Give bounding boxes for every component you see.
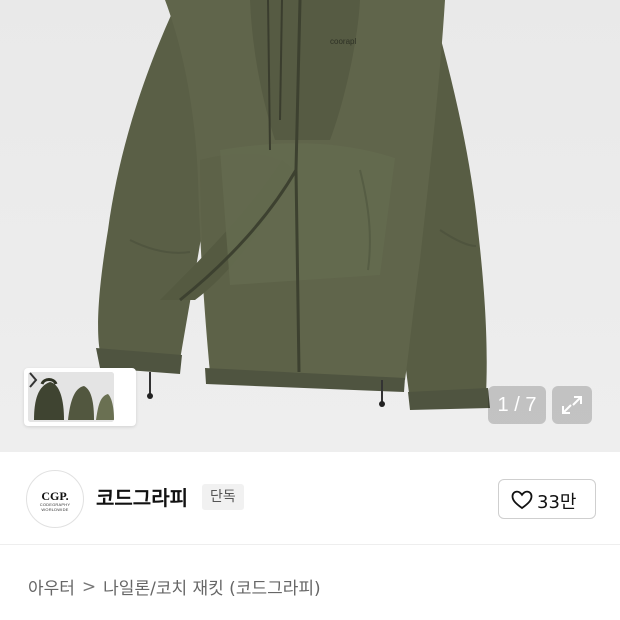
product-image-gallery[interactable]: coorapl 1 / 7 — [0, 0, 620, 452]
expand-button[interactable] — [552, 386, 592, 424]
breadcrumb-separator: > — [81, 576, 97, 597]
thumbnail-strip[interactable] — [24, 368, 136, 426]
breadcrumb-subcategory[interactable]: 나일론/코치 재킷 (코드그라피) — [103, 574, 320, 599]
chevron-right-icon[interactable] — [24, 368, 42, 392]
brand-logo[interactable]: CGP. CODEGRAPHY WORLDWIDE — [26, 470, 84, 528]
section-divider — [0, 544, 620, 545]
exclusive-badge: 단독 — [202, 484, 244, 510]
breadcrumb: 아우터 > 나일론/코치 재킷 (코드그라피) — [28, 574, 321, 600]
like-count: 33만 — [537, 492, 577, 513]
brand-section: CGP. CODEGRAPHY WORLDWIDE 코드그라피 단독 33만 — [0, 452, 620, 544]
brand-logo-subtext: CODEGRAPHY WORLDWIDE — [39, 502, 71, 512]
jacket-logo-text: coorapl — [330, 37, 356, 46]
expand-icon — [562, 396, 582, 414]
like-button[interactable]: 33만 — [498, 479, 596, 519]
brand-name[interactable]: 코드그라피 — [96, 482, 188, 511]
breadcrumb-category[interactable]: 아우터 — [28, 574, 75, 599]
image-counter: 1 / 7 — [488, 386, 546, 424]
heart-outline-icon — [511, 490, 533, 510]
